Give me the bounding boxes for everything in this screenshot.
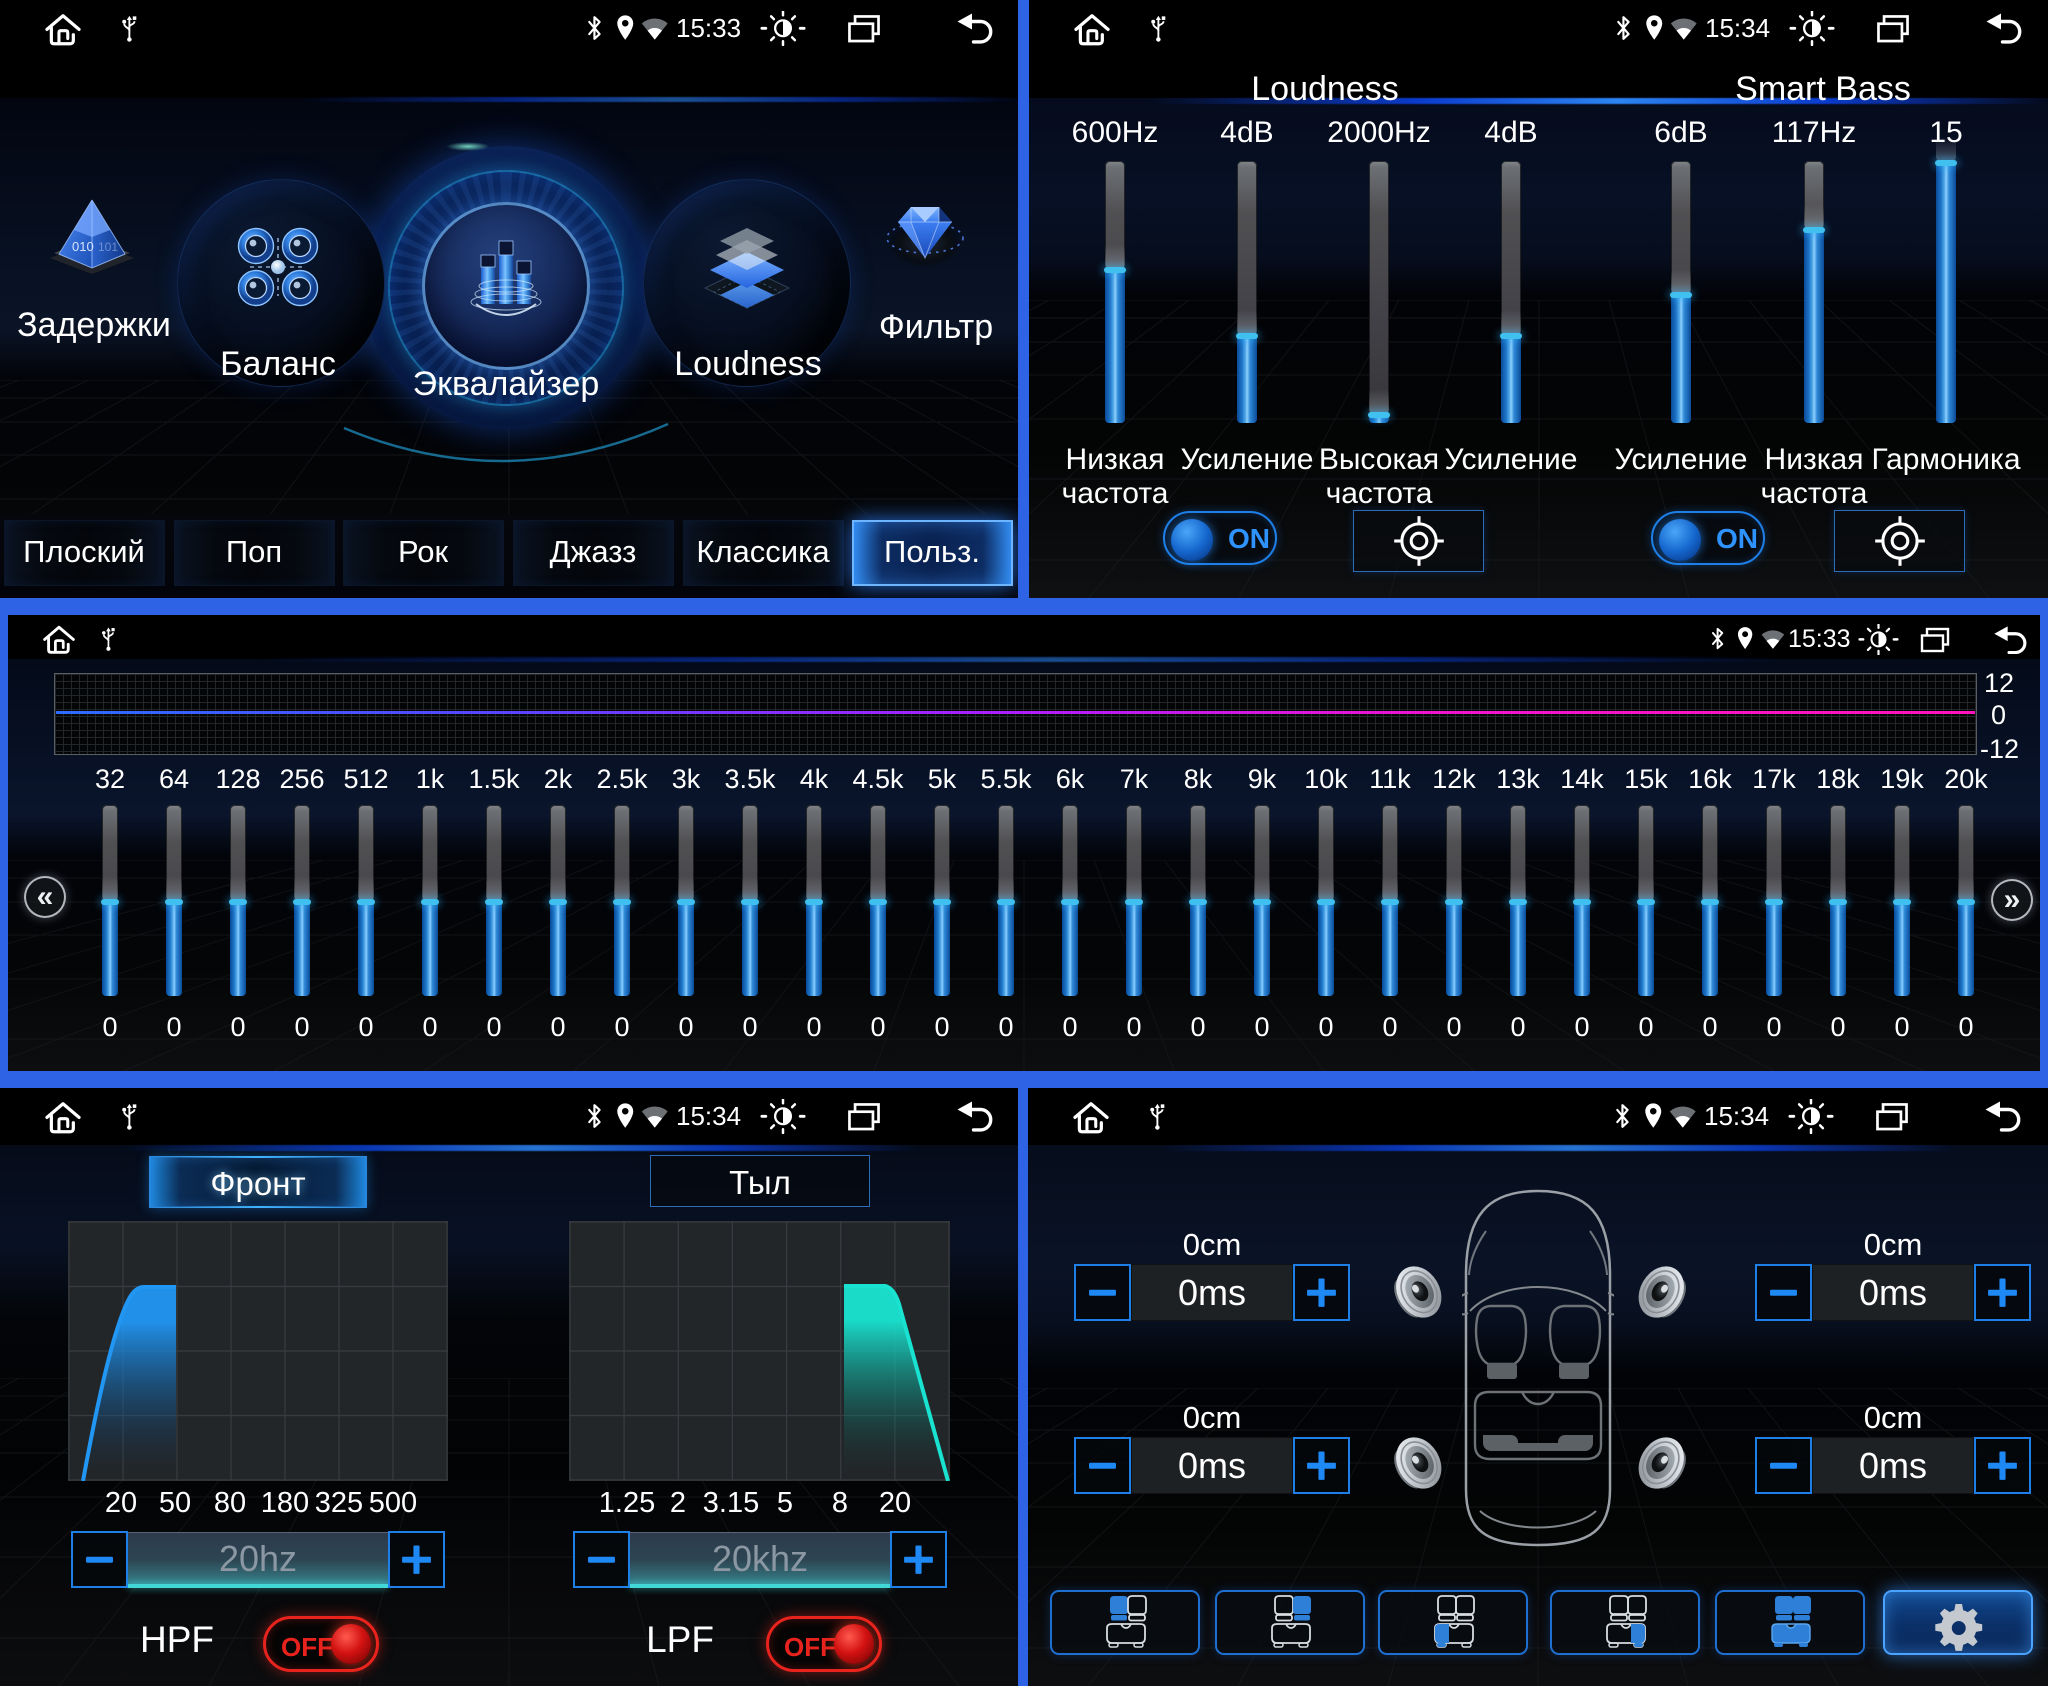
svg-text:101: 101 — [98, 240, 118, 254]
svg-text:010: 010 — [72, 239, 94, 254]
